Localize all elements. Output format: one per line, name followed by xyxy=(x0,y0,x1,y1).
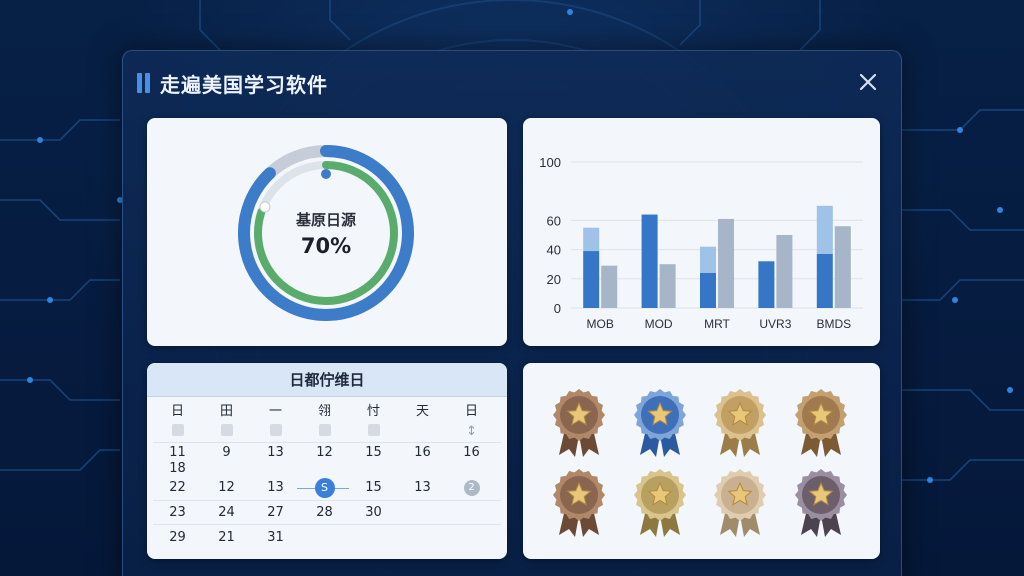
weekday-label: 田 xyxy=(219,403,233,419)
day-cell[interactable]: 12 xyxy=(202,480,251,495)
close-button[interactable] xyxy=(855,69,881,95)
day-cell[interactable]: 27 xyxy=(251,505,300,520)
week-row: 23 24 27 28 30 xyxy=(153,501,501,525)
x-tick-label: MOD xyxy=(645,317,673,331)
x-tick-label: BMDS xyxy=(816,317,851,331)
weekday-label: 日 xyxy=(464,403,478,419)
weekday-label: 翎 xyxy=(317,403,331,419)
selected-day[interactable]: S xyxy=(314,477,335,498)
badges-card xyxy=(523,363,880,559)
donut-value: 70% xyxy=(300,233,352,258)
progress-card: 基原日源 70% xyxy=(147,118,507,346)
y-tick-label: 0 xyxy=(554,301,561,316)
x-tick-label: MOB xyxy=(587,317,614,331)
y-tick-label: 40 xyxy=(547,243,561,258)
calendar-title: 日都佇维日 xyxy=(147,363,507,397)
bar-series-1 xyxy=(758,261,775,308)
x-tick-label: MRT xyxy=(704,317,730,331)
medal-badge-icon[interactable] xyxy=(795,469,847,537)
medal-badge-icon[interactable] xyxy=(634,469,686,537)
title-accent-icon xyxy=(137,73,150,93)
bar-series-2 xyxy=(834,226,851,308)
day-cell[interactable]: 23 xyxy=(153,505,202,520)
bar-segment-light xyxy=(816,205,833,254)
x-tick-label: UVR3 xyxy=(759,317,791,331)
day-cell[interactable]: 9 xyxy=(202,445,251,460)
medal-badge-icon[interactable] xyxy=(634,389,686,457)
weekday-label: 一 xyxy=(268,403,282,419)
y-tick-label: 60 xyxy=(547,213,561,228)
day-placeholder xyxy=(300,423,349,440)
bar-segment-light xyxy=(583,227,600,252)
week-row: 11 9 13 12 15 16 16 xyxy=(153,443,501,461)
y-tick-label: 100 xyxy=(539,155,561,170)
medal-badge-icon[interactable] xyxy=(553,469,605,537)
weekday-label: 天 xyxy=(415,403,429,419)
day-placeholder xyxy=(153,423,202,440)
medal-badge-icon[interactable] xyxy=(795,389,847,457)
day-cell[interactable]: 28 xyxy=(300,505,349,520)
bar-chart: 0 20 40 60 100 MOB MOD MRT UVR3 BMDS xyxy=(539,155,863,331)
medal-badge-icon[interactable] xyxy=(553,389,605,457)
day-placeholder xyxy=(202,423,251,440)
calendar-grid: 日 田 一 翎 忖 天 日 ↕ 11 9 13 12 15 16 16 18 2… xyxy=(153,397,501,549)
bar-series-1 xyxy=(641,214,658,308)
day-cell[interactable]: 13 xyxy=(251,445,300,460)
day-cell[interactable]: 2 xyxy=(447,479,496,496)
day-cell[interactable]: 16 xyxy=(398,445,447,460)
week-row: 18 xyxy=(153,461,501,476)
day-cell[interactable]: 13 xyxy=(398,480,447,495)
day-cell[interactable]: 24 xyxy=(202,505,251,520)
badge-grid xyxy=(553,389,847,537)
bar-series-2 xyxy=(659,264,676,308)
title-bar: 走遍美国学习软件 xyxy=(137,69,328,97)
close-icon xyxy=(859,73,877,91)
app-window: 走遍美国学习软件 基原日源 70% 0 20 40 60 100 MOB MOD MRT UVR… xyxy=(122,50,902,576)
selected-day-cell[interactable]: S xyxy=(297,477,349,498)
day-cell[interactable]: 11 xyxy=(153,445,202,460)
bar-segment-light xyxy=(700,246,716,273)
weekday-label: 忖 xyxy=(366,403,380,419)
week-row: 29 21 31 xyxy=(153,525,501,549)
medal-badge-icon[interactable] xyxy=(714,469,766,537)
donut-label: 基原日源 xyxy=(295,210,356,229)
medal-badge-icon[interactable] xyxy=(714,389,766,457)
progress-donut: 基原日源 70% xyxy=(233,140,419,326)
bar-series-1 xyxy=(583,251,600,308)
placeholder-row: ↕ xyxy=(153,421,501,443)
weekday-row: 日 田 一 翎 忖 天 日 xyxy=(153,397,501,421)
day-cell[interactable]: 29 xyxy=(153,530,202,545)
day-cell[interactable]: 16 xyxy=(447,445,496,460)
y-tick-label: 20 xyxy=(547,272,561,287)
day-cell[interactable]: 18 xyxy=(153,461,202,476)
bar-chart-card: 0 20 40 60 100 MOB MOD MRT UVR3 BMDS xyxy=(523,118,880,346)
bar-series-2 xyxy=(776,235,793,308)
day-cell[interactable]: 31 xyxy=(251,530,300,545)
day-cell[interactable]: 12 xyxy=(300,445,349,460)
window-title: 走遍美国学习软件 xyxy=(160,72,328,97)
scroll-handle-icon[interactable]: ↕ xyxy=(447,424,496,439)
calendar-card: 日都佇维日 日 田 一 翎 忖 天 日 ↕ 11 9 13 12 15 16 1… xyxy=(147,363,507,559)
week-row: 22 12 13 S 15 13 2 xyxy=(153,475,501,501)
day-cell[interactable]: 30 xyxy=(349,505,398,520)
weekday-label: 日 xyxy=(170,403,184,419)
bar-series-2 xyxy=(718,218,734,308)
day-cell[interactable]: 22 xyxy=(153,480,202,495)
bar-series-2 xyxy=(601,265,618,308)
day-marker: 2 xyxy=(463,480,480,496)
bar-series-1 xyxy=(700,272,716,308)
day-cell[interactable]: 15 xyxy=(349,445,398,460)
day-cell[interactable]: 15 xyxy=(349,480,398,495)
day-cell[interactable]: 21 xyxy=(202,530,251,545)
day-placeholder xyxy=(251,423,300,440)
day-cell[interactable]: 13 xyxy=(251,480,300,495)
bar-series-1 xyxy=(816,253,833,308)
day-placeholder xyxy=(349,423,398,440)
